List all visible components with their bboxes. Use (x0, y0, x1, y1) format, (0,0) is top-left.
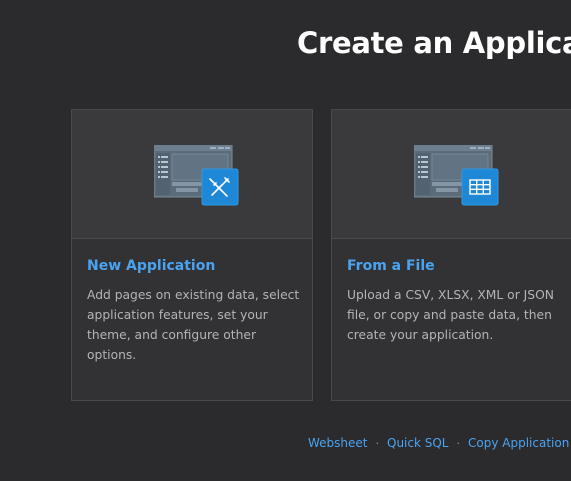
card-hero (72, 110, 312, 239)
websheet-link[interactable]: Websheet (308, 436, 368, 450)
new-application-description: Add pages on existing data, select appli… (87, 288, 300, 362)
create-application-page: Create an Applicati (0, 0, 571, 481)
from-a-file-card[interactable]: From a File Upload a CSV, XLSX, XML or J… (331, 109, 571, 401)
from-a-file-description: Upload a CSV, XLSX, XML or JSON file, or… (347, 288, 554, 342)
card-hero (332, 110, 571, 239)
new-application-title: New Application (87, 258, 216, 274)
link-separator: · (375, 437, 380, 450)
app-wireframe-table-icon (414, 145, 499, 206)
page-title: Create an Applicati (297, 26, 571, 60)
copy-application-link[interactable]: Copy Application (468, 436, 569, 450)
from-a-file-title: From a File (347, 258, 435, 274)
link-separator: · (456, 437, 461, 450)
new-application-card[interactable]: New Application Add pages on existing da… (71, 109, 313, 401)
footer-links: Websheet·Quick SQL·Copy Application· (308, 436, 571, 450)
quick-sql-link[interactable]: Quick SQL (387, 436, 449, 450)
app-wireframe-edit-icon (154, 145, 239, 206)
